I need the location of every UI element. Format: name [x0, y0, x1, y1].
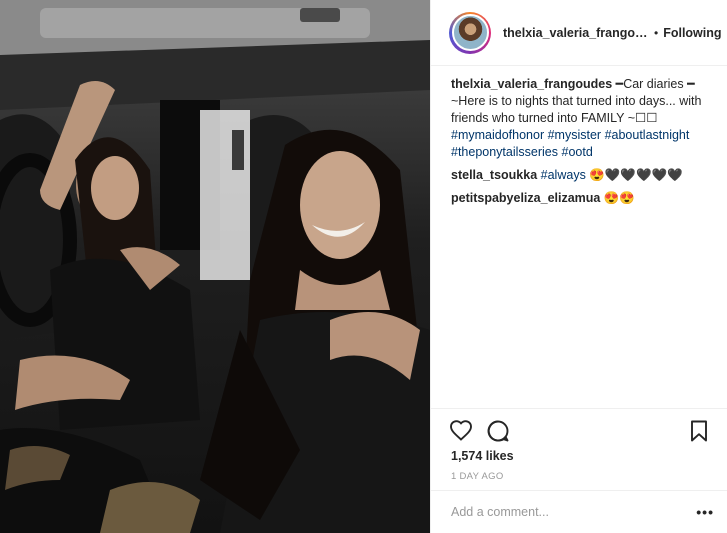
story-ring[interactable] — [449, 11, 491, 54]
comment-username[interactable]: stella_tsoukka — [451, 168, 537, 182]
following-button[interactable]: Following — [663, 26, 721, 40]
add-comment-bar: ••• — [431, 490, 727, 533]
header-username[interactable]: thelxia_valeria_frangou... — [503, 26, 649, 40]
header-separator: • — [654, 25, 659, 40]
hashtag-link[interactable]: #ootd — [562, 145, 593, 159]
hashtag-link[interactable]: #aboutlastnight — [605, 128, 690, 142]
post-timestamp[interactable]: 1 DAY AGO — [451, 471, 504, 482]
more-options-button[interactable]: ••• — [696, 504, 714, 520]
post-header: thelxia_valeria_frangou... • Following — [431, 0, 727, 66]
caption-comment: thelxia_valeria_frangoudes ━Car diaries … — [451, 76, 714, 161]
comment-emoji: 😍🖤🖤🖤🖤🖤 — [585, 168, 683, 182]
list-item-comment: stella_tsoukka #always 😍🖤🖤🖤🖤🖤 — [451, 167, 714, 184]
hashtag-link[interactable]: #always — [541, 168, 586, 182]
comment-bubble-icon[interactable] — [486, 419, 510, 443]
instagram-post: thelxia_valeria_frangou... • Following t… — [0, 0, 727, 533]
comment-text: 😍😍 — [603, 191, 635, 205]
hashtag-link[interactable]: #mysister — [548, 128, 601, 142]
list-item-comment: petitspabyeliza_elizamua 😍😍 — [451, 190, 714, 207]
comments-list: thelxia_valeria_frangoudes ━Car diaries … — [431, 76, 727, 213]
hashtag-link[interactable]: #mymaidofhonor — [451, 128, 544, 142]
bookmark-icon[interactable] — [687, 419, 711, 443]
avatar[interactable] — [451, 14, 489, 51]
comment-username[interactable]: petitspabyeliza_elizamua — [451, 191, 600, 205]
post-side-panel: thelxia_valeria_frangou... • Following t… — [430, 0, 727, 533]
post-photo[interactable] — [0, 0, 430, 533]
hashtag-link[interactable]: #theponytailsseries — [451, 145, 558, 159]
comment-username[interactable]: thelxia_valeria_frangoudes — [451, 77, 612, 91]
add-comment-input[interactable] — [451, 505, 697, 519]
heart-icon[interactable] — [449, 419, 473, 443]
action-bar — [431, 408, 727, 452]
post-photo-illustration — [0, 0, 430, 533]
like-count[interactable]: 1,574 likes — [451, 449, 514, 463]
